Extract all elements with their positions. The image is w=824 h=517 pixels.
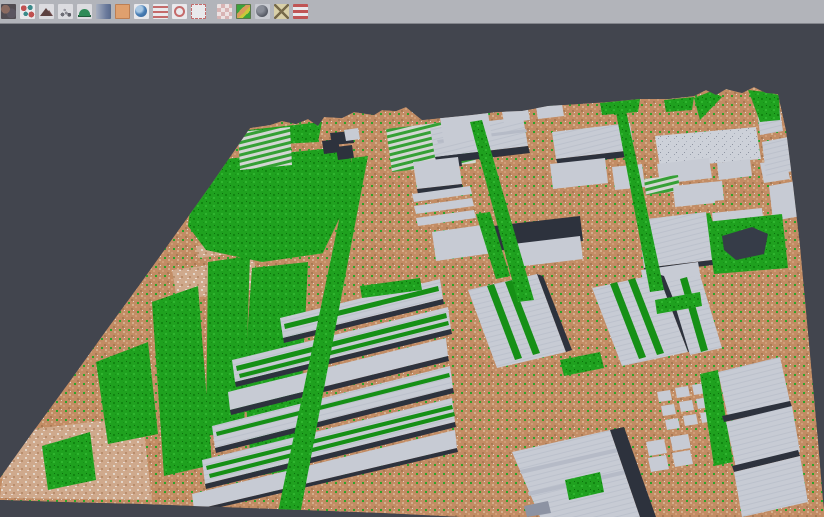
profile-view-icon[interactable] [96, 4, 111, 19]
web-globe-icon[interactable] [134, 4, 149, 19]
measure-section-icon[interactable] [293, 4, 308, 19]
clip-box-icon[interactable] [274, 4, 289, 19]
toolbar-separator [210, 4, 217, 19]
red-list-icon[interactable] [153, 4, 168, 19]
target-circle-icon[interactable] [172, 4, 187, 19]
grid-overlay-icon[interactable] [217, 4, 232, 19]
bldg-h [673, 182, 715, 207]
dark-bldg-3 [336, 145, 354, 160]
gray-bit [344, 128, 360, 141]
classification-render-icon[interactable] [236, 4, 251, 19]
tin-surface-icon[interactable] [39, 4, 54, 19]
house-12 [648, 455, 669, 472]
house-10 [646, 439, 667, 456]
edge-bldg-2 [762, 137, 793, 176]
house-13 [672, 450, 693, 467]
house-4 [661, 404, 676, 416]
select-region-icon[interactable] [191, 4, 206, 19]
house-7 [665, 418, 680, 430]
app-window [0, 0, 824, 517]
house-1 [657, 390, 672, 402]
ub2 [413, 157, 462, 189]
greenhouse-left [238, 127, 292, 170]
house-8 [683, 414, 698, 426]
house-2 [675, 386, 690, 398]
point-cloud-icon[interactable] [58, 4, 73, 19]
terrain-hill-icon[interactable] [77, 4, 92, 19]
house-11 [670, 434, 691, 451]
ortho-image-icon[interactable] [115, 4, 130, 19]
sphere-view-icon[interactable] [255, 4, 270, 19]
main-toolbar [0, 0, 824, 24]
viewport-3d[interactable] [0, 25, 824, 517]
house-5 [679, 400, 694, 412]
scene-svg [0, 25, 824, 517]
classify-points-icon[interactable] [20, 4, 35, 19]
cloud-import-icon[interactable] [1, 4, 16, 19]
